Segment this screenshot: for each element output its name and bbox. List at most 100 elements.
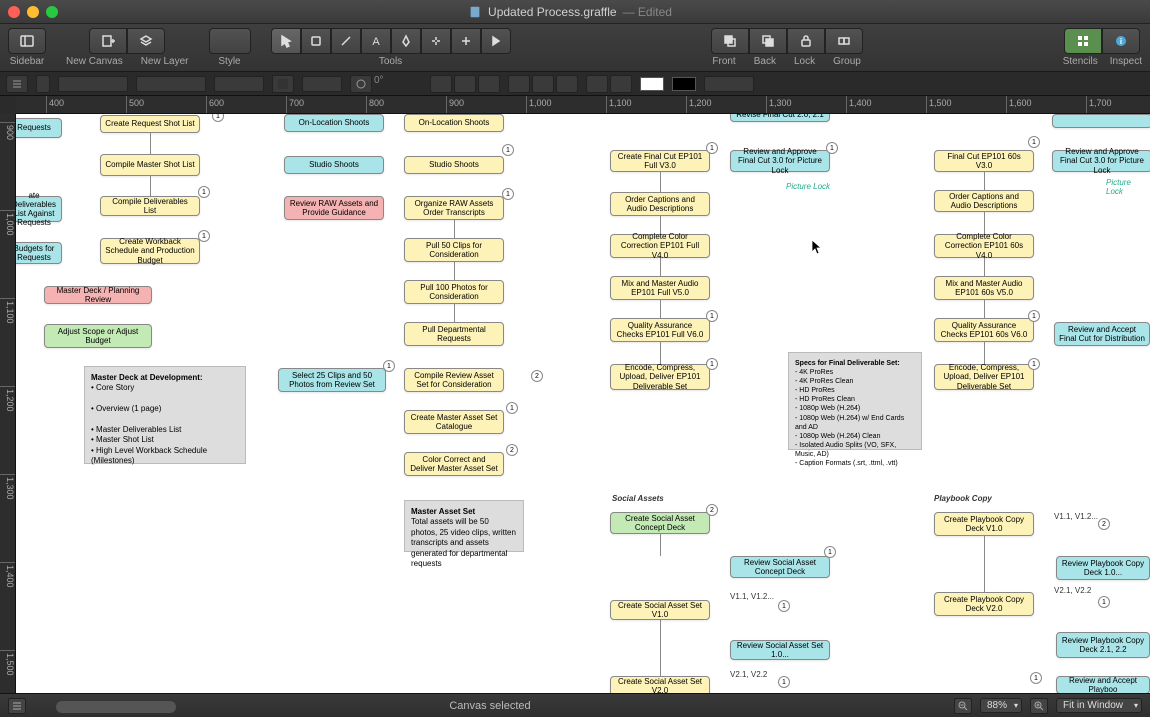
new-layer-button[interactable]: [127, 28, 165, 54]
align-v-bottom[interactable]: [556, 75, 578, 93]
flow-node[interactable]: On-Location Shoots: [284, 114, 384, 132]
text-tool[interactable]: A: [361, 28, 391, 54]
flow-node[interactable]: Complete Color Correction EP101 Full V4.…: [610, 234, 710, 258]
flow-node[interactable]: Complete Color Correction EP101 60s V4.0: [934, 234, 1034, 258]
new-canvas-button[interactable]: [89, 28, 127, 54]
fullscreen-icon[interactable]: [46, 6, 58, 18]
stroke-swatch[interactable]: [672, 77, 696, 91]
flow-node[interactable]: Master Deck / Planning Review: [44, 286, 152, 304]
flow-node[interactable]: Review and Accept Final Cut for Distribu…: [1054, 322, 1150, 346]
flow-node[interactable]: Create Request Shot List: [100, 115, 200, 133]
horizontal-scroll-thumb[interactable]: [56, 701, 176, 713]
flow-node[interactable]: Create Playbook Copy Deck V1.0: [934, 512, 1034, 536]
flow-node[interactable]: Order Captions and Audio Descriptions: [934, 190, 1034, 212]
flow-node[interactable]: Create Playbook Copy Deck V2.0: [934, 592, 1034, 616]
shape-tool[interactable]: [301, 28, 331, 54]
group-button[interactable]: [825, 28, 863, 54]
flow-node[interactable]: Review Playbook Copy Deck 1.0...: [1056, 556, 1150, 580]
flow-node[interactable]: Pull 50 Clips for Consideration: [404, 238, 504, 262]
flow-node[interactable]: ate Deliverables List Against Requests: [16, 196, 62, 222]
canvas[interactable]: Requests ate Deliverables List Against R…: [16, 114, 1150, 693]
ruler-toggle[interactable]: [6, 75, 28, 93]
point-tool[interactable]: [451, 28, 481, 54]
align-left-icon[interactable]: [36, 75, 50, 93]
bring-front-button[interactable]: [711, 28, 749, 54]
diagram-tool[interactable]: [421, 28, 451, 54]
flow-node[interactable]: Encode, Compress, Upload, Deliver EP101 …: [934, 364, 1034, 390]
flow-node[interactable]: Compile Deliverables List: [100, 196, 200, 216]
zoom-select[interactable]: 88%▾: [980, 698, 1022, 713]
flow-node[interactable]: Review RAW Assets and Provide Guidance: [284, 196, 384, 220]
minimize-icon[interactable]: [27, 6, 39, 18]
stencils-button[interactable]: [1064, 28, 1102, 54]
flow-node[interactable]: Order Captions and Audio Descriptions: [610, 192, 710, 216]
fit-select[interactable]: Fit in Window▾: [1056, 698, 1142, 713]
badge: 1: [706, 358, 718, 370]
note-master-deck[interactable]: Master Deck at Development: • Core Story…: [84, 366, 246, 464]
style-select[interactable]: [136, 76, 206, 92]
spacing-select[interactable]: [302, 76, 342, 92]
flow-node[interactable]: [1052, 114, 1150, 128]
align-h-right[interactable]: [478, 75, 500, 93]
flow-node[interactable]: Quality Assurance Checks EP101 60s V6.0: [934, 318, 1034, 342]
flow-node[interactable]: Compile Master Shot List: [100, 154, 200, 176]
note-master-asset[interactable]: Master Asset Set Total assets will be 50…: [404, 500, 524, 552]
flow-node[interactable]: Review Social Asset Concept Deck: [730, 556, 830, 578]
flow-node[interactable]: Select 25 Clips and 50 Photos from Revie…: [278, 368, 386, 392]
flow-node[interactable]: Create Social Asset Set V2.0: [610, 676, 710, 693]
flow-node[interactable]: Studio Shoots: [284, 156, 384, 174]
align-h-center[interactable]: [454, 75, 476, 93]
flow-node[interactable]: Color Correct and Deliver Master Asset S…: [404, 452, 504, 476]
flow-node[interactable]: Budgets for Requests: [16, 242, 62, 264]
flow-node[interactable]: Create Workback Schedule and Production …: [100, 238, 200, 264]
flow-node[interactable]: Create Final Cut EP101 Full V3.0: [610, 150, 710, 172]
flow-node[interactable]: Final Cut EP101 60s V3.0: [934, 150, 1034, 172]
note-specs[interactable]: Specs for Final Deliverable Set: - 4K Pr…: [788, 352, 922, 450]
flow-node[interactable]: Review Playbook Copy Deck 2.1, 2.2: [1056, 632, 1150, 658]
flow-node[interactable]: Review and Approve Final Cut 3.0 for Pic…: [1052, 150, 1150, 172]
flow-node[interactable]: Compile Review Asset Set for Considerati…: [404, 368, 504, 392]
flow-node[interactable]: Create Master Asset Set Catalogue: [404, 410, 504, 434]
distribute-v[interactable]: [610, 75, 632, 93]
align-h-left[interactable]: [430, 75, 452, 93]
flow-node[interactable]: Review and Approve Final Cut 3.0 for Pic…: [730, 150, 830, 172]
flow-node[interactable]: Mix and Master Audio EP101 60s V5.0: [934, 276, 1034, 300]
line-tool[interactable]: [331, 28, 361, 54]
flow-node[interactable]: Create Social Asset Concept Deck: [610, 512, 710, 534]
text-color-button[interactable]: [272, 75, 294, 93]
selection-tool[interactable]: [271, 28, 301, 54]
size-select[interactable]: [214, 76, 264, 92]
sidebar-toggle-button[interactable]: [8, 28, 46, 54]
flow-node[interactable]: Studio Shoots: [404, 156, 504, 174]
zoom-out-button[interactable]: [954, 698, 972, 714]
inspect-button[interactable]: i: [1102, 28, 1140, 54]
fill-swatch[interactable]: [640, 77, 664, 91]
flow-node[interactable]: Organize RAW Assets Order Transcripts: [404, 196, 504, 220]
align-v-middle[interactable]: [532, 75, 554, 93]
flow-node[interactable]: Create Social Asset Set V1.0: [610, 600, 710, 620]
flow-node[interactable]: Review and Accept Playboo: [1056, 676, 1150, 693]
close-icon[interactable]: [8, 6, 20, 18]
send-back-button[interactable]: [749, 28, 787, 54]
flow-node[interactable]: Quality Assurance Checks EP101 Full V6.0: [610, 318, 710, 342]
flow-node[interactable]: On-Location Shoots: [404, 114, 504, 132]
lock-button[interactable]: [787, 28, 825, 54]
zoom-in-button[interactable]: [1030, 698, 1048, 714]
pen-tool[interactable]: [391, 28, 421, 54]
font-select[interactable]: [58, 76, 128, 92]
flow-node[interactable]: Mix and Master Audio EP101 Full V5.0: [610, 276, 710, 300]
browse-tool[interactable]: [481, 28, 511, 54]
flow-node[interactable]: Pull 100 Photos for Consideration: [404, 280, 504, 304]
distribute-h[interactable]: [586, 75, 608, 93]
outline-toggle[interactable]: [8, 698, 26, 714]
style-button[interactable]: [209, 28, 251, 54]
flow-node[interactable]: Revise Final Cut 2.0, 2.1: [730, 114, 830, 122]
flow-node[interactable]: Requests: [16, 118, 62, 138]
canvas-viewport[interactable]: Requests ate Deliverables List Against R…: [16, 114, 1150, 693]
flow-node[interactable]: Encode, Compress, Upload, Deliver EP101 …: [610, 364, 710, 390]
flow-node[interactable]: Adjust Scope or Adjust Budget: [44, 324, 152, 348]
flow-node[interactable]: Pull Departmental Requests: [404, 322, 504, 346]
align-v-top[interactable]: [508, 75, 530, 93]
flow-node[interactable]: Review Social Asset Set 1.0...: [730, 640, 830, 660]
stroke-width-select[interactable]: [704, 76, 754, 92]
